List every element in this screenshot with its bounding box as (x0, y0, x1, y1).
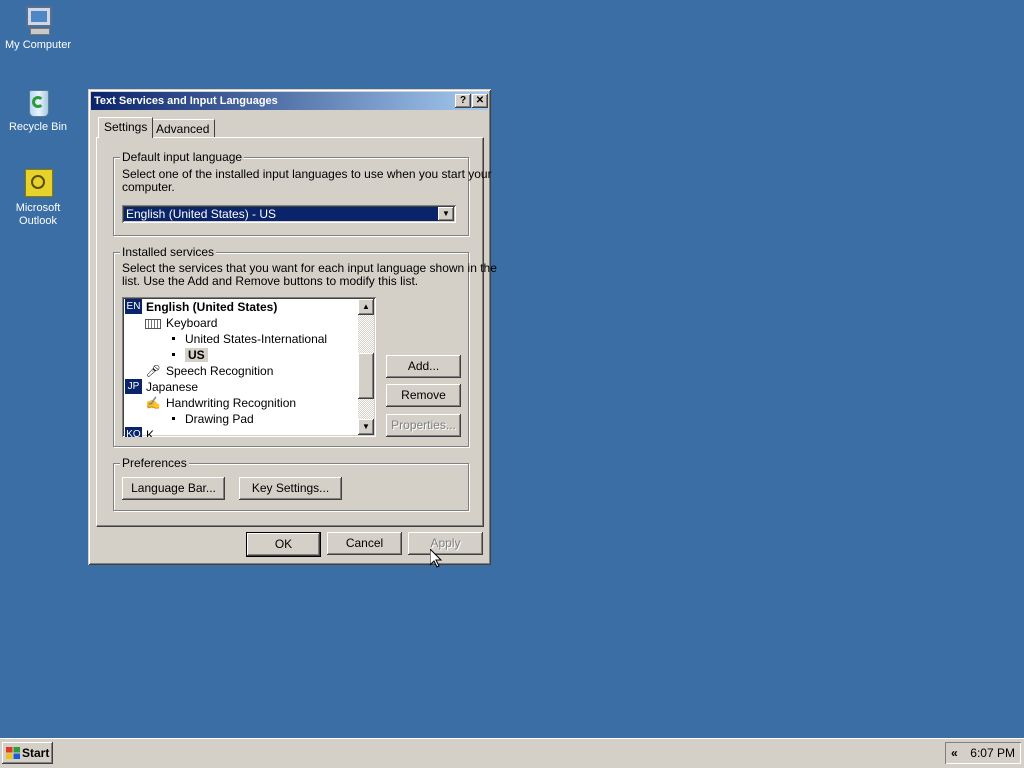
desktop-icon-recycle-bin[interactable]: Recycle Bin (0, 86, 76, 134)
properties-button[interactable]: Properties... (386, 414, 461, 437)
chevron-down-icon[interactable]: ▼ (438, 207, 454, 221)
desktop-icon-label: My Computer (4, 39, 72, 51)
dialog-titlebar[interactable]: Text Services and Input Languages ? ✕ (91, 92, 488, 110)
default-language-selected: English (United States) - US (124, 207, 438, 221)
system-tray: « 6:07 PM (945, 742, 1021, 764)
tree-item-japanese[interactable]: JP Japanese (125, 379, 198, 395)
bullet-icon (172, 417, 175, 421)
outlook-icon (22, 167, 54, 199)
keyboard-icon (145, 319, 161, 329)
tree-item-label: K... (146, 428, 165, 437)
windows-logo-icon (6, 747, 20, 759)
default-input-description-line2: computer. (122, 180, 175, 194)
tree-item-label: Drawing Pad (185, 412, 254, 426)
start-label: Start (22, 746, 50, 760)
desktop-icon-label-line2: Outlook (19, 215, 57, 227)
language-badge: EN (125, 299, 142, 314)
remove-button[interactable]: Remove (386, 384, 461, 407)
close-button[interactable]: ✕ (472, 94, 488, 108)
tree-item-speech[interactable]: 🎤︎ Speech Recognition (145, 363, 273, 379)
tree-item-english[interactable]: EN English (United States) (125, 299, 277, 315)
tree-item-us[interactable]: US (172, 347, 208, 363)
language-bar-button[interactable]: Language Bar... (122, 477, 225, 500)
bullet-icon (172, 337, 175, 341)
clock[interactable]: 6:07 PM (970, 742, 1015, 764)
dialog-title: Text Services and Input Languages (94, 95, 278, 107)
help-button[interactable]: ? (455, 94, 471, 108)
desktop-icon-outlook[interactable]: Microsoft Outlook (0, 167, 76, 228)
default-language-dropdown[interactable]: English (United States) - US ▼ (122, 205, 456, 223)
tree-item-label: Speech Recognition (166, 364, 274, 378)
scroll-down-button[interactable]: ▼ (358, 419, 374, 435)
tree-item-drawing-pad[interactable]: Drawing Pad (172, 411, 254, 427)
desktop-icon-my-computer[interactable]: My Computer (0, 4, 76, 52)
tab-settings[interactable]: Settings (98, 117, 154, 138)
default-input-description-line1: Select one of the installed input langua… (122, 167, 492, 181)
my-computer-icon (22, 4, 54, 36)
tree-item-label: United States-International (185, 332, 328, 346)
group-title: Installed services (120, 245, 217, 259)
installed-services-tree[interactable]: EN English (United States) Keyboard Unite… (122, 297, 376, 437)
recycle-bin-icon (22, 86, 54, 118)
tree-item-label: Handwriting Recognition (166, 396, 297, 410)
tree-item-handwriting[interactable]: ✍ Handwriting Recognition (145, 395, 297, 411)
start-button[interactable]: Start (2, 742, 53, 764)
desktop-icon-label: Recycle Bin (8, 121, 68, 133)
group-title: Default input language (120, 150, 245, 164)
tree-scrollbar[interactable]: ▲ ▼ (358, 299, 374, 435)
key-settings-button[interactable]: Key Settings... (239, 477, 342, 500)
language-badge: JP (125, 379, 142, 394)
tree-item-label: English (United States) (146, 300, 278, 314)
microphone-icon: 🎤︎ (145, 364, 161, 378)
show-hidden-icons-button[interactable]: « (951, 742, 958, 764)
tree-item-label: Japanese (146, 380, 199, 394)
tree-item-label: US (185, 348, 208, 362)
cancel-button[interactable]: Cancel (327, 532, 402, 555)
tree-item-us-international[interactable]: United States-International (172, 331, 327, 347)
tree-item-keyboard[interactable]: Keyboard (145, 315, 217, 331)
group-title: Preferences (120, 456, 189, 470)
tree-item-korean[interactable]: KO K... (125, 427, 164, 437)
language-badge: KO (125, 427, 142, 437)
taskbar: Start « 6:07 PM (0, 738, 1024, 768)
apply-button[interactable]: Apply (408, 532, 483, 555)
desktop-icon-label-line1: Microsoft (15, 202, 61, 214)
add-button[interactable]: Add... (386, 355, 461, 378)
scroll-up-button[interactable]: ▲ (358, 299, 374, 315)
tree-item-label: Keyboard (166, 316, 218, 330)
bullet-icon (172, 353, 175, 357)
ok-button[interactable]: OK (247, 533, 320, 556)
pen-icon: ✍ (145, 396, 161, 410)
tab-advanced[interactable]: Advanced (150, 119, 216, 138)
scroll-thumb[interactable] (358, 353, 374, 399)
installed-services-description-line2: list. Use the Add and Remove buttons to … (122, 274, 419, 288)
